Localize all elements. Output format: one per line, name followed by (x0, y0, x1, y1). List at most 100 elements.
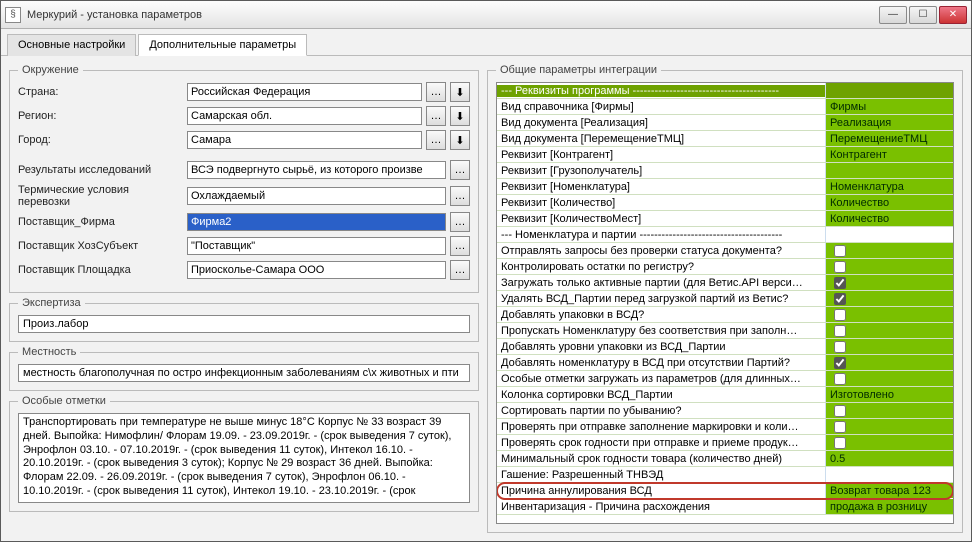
param-value[interactable] (825, 275, 953, 290)
param-checkbox[interactable] (834, 373, 846, 385)
city-download-button[interactable]: ⬇ (450, 130, 470, 150)
param-checkbox[interactable] (834, 245, 846, 257)
param-row[interactable]: Реквизит [Количество]Количество (497, 195, 953, 211)
param-value[interactable]: ПеремещениеТМЦ (825, 131, 953, 146)
region-input[interactable] (187, 107, 422, 125)
supplier-site-input[interactable] (187, 261, 446, 279)
param-row[interactable]: Добавлять номенклатуру в ВСД при отсутст… (497, 355, 953, 371)
param-row[interactable]: Гашение: Разрешенный ТНВЭД (497, 467, 953, 483)
param-row[interactable]: Загружать только активные партии (для Ве… (497, 275, 953, 291)
param-checkbox[interactable] (834, 293, 846, 305)
research-input[interactable] (187, 161, 446, 179)
param-row[interactable]: Колонка сортировки ВСД_ПартииИзготовлено (497, 387, 953, 403)
minimize-button[interactable]: — (879, 6, 907, 24)
region-download-button[interactable]: ⬇ (450, 106, 470, 126)
param-row[interactable]: Проверять при отправке заполнение маркир… (497, 419, 953, 435)
param-value[interactable]: Возврат товара 123 (825, 483, 953, 498)
param-row[interactable]: Причина аннулирования ВСДВозврат товара … (497, 483, 953, 499)
param-row[interactable]: Вид документа [ПеремещениеТМЦ]Перемещени… (497, 131, 953, 147)
param-name: Загружать только активные партии (для Ве… (497, 277, 825, 289)
param-checkbox[interactable] (834, 421, 846, 433)
param-value[interactable] (825, 403, 953, 418)
param-row[interactable]: Пропускать Номенклатуру без соответствия… (497, 323, 953, 339)
param-checkbox[interactable] (834, 437, 846, 449)
param-row[interactable]: Особые отметки загружать из параметров (… (497, 371, 953, 387)
notes-textarea[interactable]: Транспортировать при температуре не выше… (18, 413, 470, 503)
param-row[interactable]: Добавлять уровни упаковки из ВСД_Партии (497, 339, 953, 355)
param-value[interactable] (825, 339, 953, 354)
param-checkbox[interactable] (834, 325, 846, 337)
param-value[interactable] (825, 419, 953, 434)
param-row[interactable]: Реквизит [КоличествоМест]Количество (497, 211, 953, 227)
integration-params-table[interactable]: --- Реквизиты программы ----------------… (496, 82, 954, 524)
param-row[interactable]: Отправлять запросы без проверки статуса … (497, 243, 953, 259)
param-value[interactable]: Изготовлено (825, 387, 953, 402)
param-row[interactable]: Инвентаризация - Причина расхожденияпрод… (497, 499, 953, 515)
city-input[interactable] (187, 131, 422, 149)
param-value[interactable]: Номенклатура (825, 179, 953, 194)
param-checkbox[interactable] (834, 357, 846, 369)
param-checkbox[interactable] (834, 405, 846, 417)
supplier-hoz-browse-button[interactable]: … (450, 236, 470, 256)
param-row[interactable]: Добавлять упаковки в ВСД? (497, 307, 953, 323)
param-value[interactable] (825, 323, 953, 338)
param-checkbox[interactable] (834, 341, 846, 353)
supplier-site-browse-button[interactable]: … (450, 260, 470, 280)
tab-extra[interactable]: Дополнительные параметры (138, 34, 307, 56)
param-checkbox[interactable] (834, 277, 846, 289)
country-input[interactable] (187, 83, 422, 101)
param-value[interactable] (825, 291, 953, 306)
param-value[interactable] (825, 259, 953, 274)
thermal-browse-button[interactable]: … (450, 186, 470, 206)
country-browse-button[interactable]: … (426, 82, 446, 102)
param-value[interactable] (825, 163, 953, 178)
param-name: Вид справочника [Фирмы] (497, 101, 825, 113)
param-row[interactable]: --- Номенклатура и партии --------------… (497, 227, 953, 243)
country-download-button[interactable]: ⬇ (450, 82, 470, 102)
param-row[interactable]: Проверять срок годности при отправке и п… (497, 435, 953, 451)
param-value[interactable] (825, 307, 953, 322)
param-row[interactable]: Реквизит [Контрагент]Контрагент (497, 147, 953, 163)
param-row[interactable]: Минимальный срок годности товара (количе… (497, 451, 953, 467)
param-row[interactable]: --- Реквизиты программы ----------------… (497, 83, 953, 99)
city-browse-button[interactable]: … (426, 130, 446, 150)
close-button[interactable]: ✕ (939, 6, 967, 24)
param-value[interactable] (825, 467, 953, 482)
research-browse-button[interactable]: … (450, 160, 470, 180)
area-input[interactable]: местность благополучная по остро инфекци… (18, 364, 470, 382)
param-row[interactable]: Реквизит [Грузополучатель] (497, 163, 953, 179)
param-value[interactable] (825, 435, 953, 450)
param-value[interactable]: Фирмы (825, 99, 953, 114)
supplier-firm-browse-button[interactable]: … (450, 212, 470, 232)
param-name: --- Номенклатура и партии --------------… (497, 229, 825, 241)
param-checkbox[interactable] (834, 261, 846, 273)
param-value[interactable]: 0.5 (825, 451, 953, 466)
supplier-hoz-input[interactable] (187, 237, 446, 255)
maximize-button[interactable]: ☐ (909, 6, 937, 24)
param-row[interactable]: Вид справочника [Фирмы]Фирмы (497, 99, 953, 115)
expertise-input[interactable]: Произ.лабор (18, 315, 470, 333)
param-value[interactable]: Контрагент (825, 147, 953, 162)
param-name: Проверять срок годности при отправке и п… (497, 437, 825, 449)
param-value[interactable]: Реализация (825, 115, 953, 130)
titlebar: § Меркурий - установка параметров — ☐ ✕ (1, 1, 971, 29)
param-row[interactable]: Сортировать партии по убыванию? (497, 403, 953, 419)
param-value[interactable] (825, 83, 953, 98)
param-value[interactable] (825, 355, 953, 370)
param-row[interactable]: Удалять ВСД_Партии перед загрузкой парти… (497, 291, 953, 307)
param-row[interactable]: Контролировать остатки по регистру? (497, 259, 953, 275)
thermal-input[interactable] (187, 187, 446, 205)
supplier-firm-input[interactable] (187, 213, 446, 231)
param-checkbox[interactable] (834, 309, 846, 321)
param-value[interactable]: Количество (825, 195, 953, 210)
region-browse-button[interactable]: … (426, 106, 446, 126)
group-expertise-legend: Экспертиза (18, 297, 85, 309)
param-value[interactable]: Количество (825, 211, 953, 226)
param-value[interactable] (825, 227, 953, 242)
tab-main[interactable]: Основные настройки (7, 34, 136, 56)
param-value[interactable] (825, 371, 953, 386)
param-row[interactable]: Реквизит [Номенклатура]Номенклатура (497, 179, 953, 195)
param-value[interactable] (825, 243, 953, 258)
param-row[interactable]: Вид документа [Реализация]Реализация (497, 115, 953, 131)
param-value[interactable]: продажа в розницу (825, 499, 953, 514)
